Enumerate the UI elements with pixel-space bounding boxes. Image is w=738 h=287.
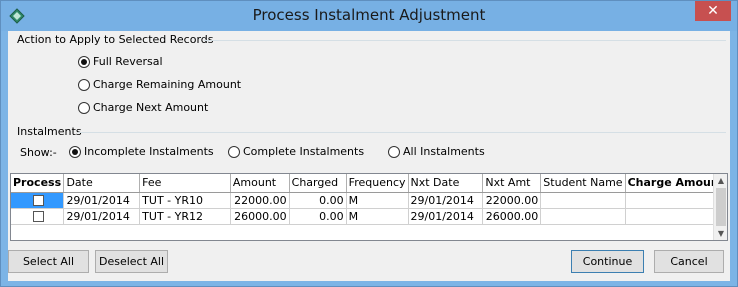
radio-all-instalments[interactable]: All Instalments bbox=[388, 145, 485, 158]
charge-amount-cell[interactable] bbox=[625, 192, 727, 209]
amount-cell: 22000.00 bbox=[230, 192, 290, 209]
deselect-all-button[interactable]: Deselect All bbox=[95, 250, 168, 273]
nxt-date-cell: 29/01/2014 bbox=[408, 192, 484, 209]
amount-cell: 26000.00 bbox=[230, 208, 290, 225]
instalments-grid: Process Date Fee Amount Charged Frequenc… bbox=[10, 173, 728, 241]
window-title: Process Instalment Adjustment bbox=[252, 6, 486, 24]
col-header-nxt-amt[interactable]: Nxt Amt bbox=[482, 174, 542, 193]
nxt-amt-cell: 26000.00 bbox=[482, 208, 542, 225]
grid-vertical-scrollbar[interactable]: ▲ ▼ bbox=[713, 174, 727, 240]
charged-cell: 0.00 bbox=[289, 192, 347, 209]
col-header-charged[interactable]: Charged bbox=[289, 174, 347, 193]
scroll-down-icon[interactable]: ▼ bbox=[714, 227, 727, 240]
table-row[interactable]: 29/01/2014 TUT - YR12 26000.00 0.00 M 29… bbox=[11, 208, 727, 225]
radio-label: Incomplete Instalments bbox=[84, 145, 214, 158]
instalments-group-separator bbox=[78, 132, 726, 133]
select-all-button[interactable]: Select All bbox=[8, 250, 89, 273]
radio-label: Charge Remaining Amount bbox=[93, 78, 242, 91]
grid-header-row: Process Date Fee Amount Charged Frequenc… bbox=[11, 174, 727, 193]
close-button[interactable]: ✕ bbox=[695, 1, 731, 21]
instalments-table: Process Date Fee Amount Charged Frequenc… bbox=[11, 174, 727, 225]
scroll-up-icon[interactable]: ▲ bbox=[714, 174, 727, 187]
col-header-process[interactable]: Process bbox=[11, 174, 65, 193]
date-cell: 29/01/2014 bbox=[63, 208, 141, 225]
radio-charge-next[interactable]: Charge Next Amount bbox=[78, 101, 208, 114]
radio-indicator bbox=[78, 55, 90, 68]
radio-label: Full Reversal bbox=[93, 55, 163, 68]
fee-cell: TUT - YR10 bbox=[139, 192, 231, 209]
radio-charge-remaining[interactable]: Charge Remaining Amount bbox=[78, 78, 241, 91]
radio-incomplete-instalments[interactable]: Incomplete Instalments bbox=[69, 145, 214, 158]
col-header-fee[interactable]: Fee bbox=[139, 174, 231, 193]
radio-indicator bbox=[388, 145, 400, 158]
frequency-cell: M bbox=[346, 192, 409, 209]
action-group-separator bbox=[204, 40, 726, 41]
process-checkbox[interactable] bbox=[33, 211, 44, 222]
radio-label: All Instalments bbox=[403, 145, 485, 158]
radio-label: Charge Next Amount bbox=[93, 101, 209, 114]
col-header-date[interactable]: Date bbox=[63, 174, 141, 193]
process-cell[interactable] bbox=[11, 208, 65, 225]
continue-button[interactable]: Continue bbox=[571, 250, 644, 273]
radio-indicator bbox=[78, 101, 90, 114]
date-cell: 29/01/2014 bbox=[63, 192, 141, 209]
radio-full-reversal[interactable]: Full Reversal bbox=[78, 55, 163, 68]
scroll-thumb[interactable] bbox=[716, 188, 726, 226]
radio-complete-instalments[interactable]: Complete Instalments bbox=[228, 145, 364, 158]
radio-indicator bbox=[78, 78, 90, 91]
table-row[interactable]: 29/01/2014 TUT - YR10 22000.00 0.00 M 29… bbox=[11, 192, 727, 209]
radio-indicator bbox=[69, 145, 81, 158]
nxt-amt-cell: 22000.00 bbox=[482, 192, 542, 209]
radio-label: Complete Instalments bbox=[243, 145, 365, 158]
col-header-nxt-date[interactable]: Nxt Date bbox=[408, 174, 484, 193]
fee-cell: TUT - YR12 bbox=[139, 208, 231, 225]
dialog-window: Process Instalment Adjustment ✕ Action t… bbox=[0, 0, 738, 287]
charged-cell: 0.00 bbox=[289, 208, 347, 225]
dialog-body: Action to Apply to Selected Records Full… bbox=[8, 31, 730, 281]
nxt-date-cell: 29/01/2014 bbox=[408, 208, 484, 225]
student-name-cell[interactable] bbox=[540, 192, 626, 209]
col-header-student-name[interactable]: Student Name bbox=[540, 174, 626, 193]
title-bar: Process Instalment Adjustment ✕ bbox=[1, 1, 737, 31]
process-cell[interactable] bbox=[11, 192, 65, 209]
frequency-cell: M bbox=[346, 208, 409, 225]
student-name-cell[interactable] bbox=[540, 208, 626, 225]
action-group-label: Action to Apply to Selected Records bbox=[17, 33, 214, 46]
col-header-amount[interactable]: Amount bbox=[230, 174, 290, 193]
show-label: Show:- bbox=[20, 146, 57, 159]
col-header-charge-amount[interactable]: Charge Amount bbox=[625, 174, 727, 193]
col-header-frequency[interactable]: Frequency bbox=[346, 174, 409, 193]
radio-indicator bbox=[228, 145, 240, 158]
instalments-group-label: Instalments bbox=[17, 125, 82, 138]
charge-amount-cell[interactable] bbox=[625, 208, 727, 225]
process-checkbox[interactable] bbox=[33, 195, 44, 206]
cancel-button[interactable]: Cancel bbox=[654, 250, 724, 273]
